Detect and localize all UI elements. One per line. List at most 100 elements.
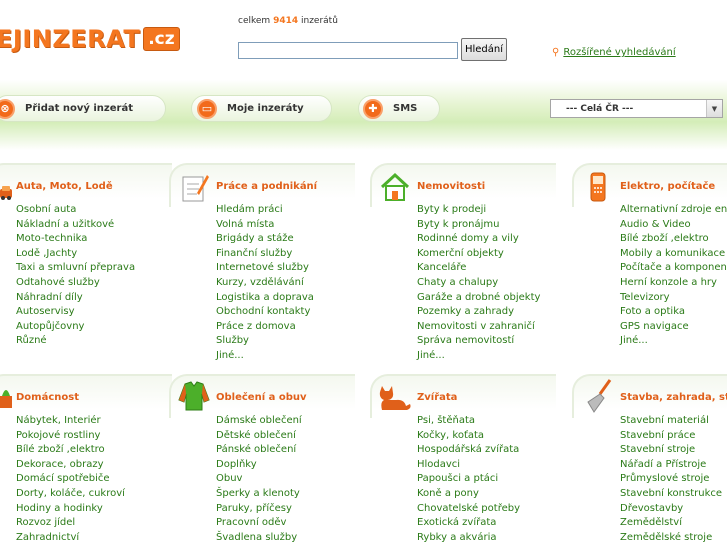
category-link[interactable]: Kočky, koťata: [417, 429, 520, 444]
category-link[interactable]: Stavební práce: [620, 429, 722, 444]
category-link[interactable]: Doplňky: [216, 458, 302, 473]
category-link[interactable]: Mobily a komunikace: [620, 247, 727, 262]
category-link[interactable]: Práce z domova: [216, 320, 314, 335]
category-link[interactable]: Psi, štěňata: [417, 414, 520, 429]
category-link[interactable]: Hledám práci: [216, 203, 314, 218]
advanced-search-link[interactable]: ⚲ Rozšířené vyhledávání: [552, 47, 676, 58]
category-link[interactable]: Chaty a chalupy: [417, 276, 540, 291]
category-link[interactable]: Chovatelské potřeby: [417, 502, 520, 517]
region-value: --- Celá ČR ---: [566, 103, 634, 114]
category-link[interactable]: Paruky, příčesy: [216, 502, 302, 517]
category-link[interactable]: Odtahové služby: [16, 276, 135, 291]
category-link[interactable]: Autoservisy: [16, 305, 135, 320]
search-input[interactable]: [238, 42, 458, 59]
category-link[interactable]: Logistika a doprava: [216, 291, 314, 306]
category-link[interactable]: Hospodářská zvířata: [417, 443, 520, 458]
category-link[interactable]: Herní konzole a hry: [620, 276, 727, 291]
category-link[interactable]: Jiné...: [216, 349, 314, 364]
category-link[interactable]: Exotická zvířata: [417, 516, 520, 531]
search-button[interactable]: Hledání: [461, 38, 507, 61]
category-title[interactable]: Oblečení a obuv: [216, 392, 307, 403]
category-link[interactable]: Garáže a drobné objekty: [417, 291, 540, 306]
category-link[interactable]: Zemědělské stroje: [620, 531, 722, 545]
sms-button[interactable]: ✚ SMS: [358, 95, 440, 122]
category-link[interactable]: Zemědělství: [620, 516, 722, 531]
category-link[interactable]: Internetové služby: [216, 261, 314, 276]
category-link[interactable]: Domácí spotřebiče: [16, 472, 125, 487]
category-link[interactable]: GPS navigace: [620, 320, 727, 335]
category-link[interactable]: Osobní auta: [16, 203, 135, 218]
category-link[interactable]: Zahradnictví: [16, 531, 125, 545]
category-link[interactable]: Bílé zboží ,elektro: [16, 443, 125, 458]
category-link[interactable]: Brigády a stáže: [216, 232, 314, 247]
category-block-electro: Elektro, počítače Alternativní zdroje en…: [572, 163, 727, 363]
category-link[interactable]: Dorty, koláče, cukroví: [16, 487, 125, 502]
advanced-search-label[interactable]: Rozšířené vyhledávání: [563, 47, 675, 58]
region-select[interactable]: --- Celá ČR --- ▼: [550, 99, 723, 118]
category-link[interactable]: Dekorace, obrazy: [16, 458, 125, 473]
category-link[interactable]: Stavební stroje: [620, 443, 722, 458]
category-title[interactable]: Práce a podnikání: [216, 181, 317, 192]
category-link[interactable]: Počítače a komponenty: [620, 261, 727, 276]
category-link[interactable]: Správa nemovitostí: [417, 334, 540, 349]
category-link[interactable]: Stavební materiál: [620, 414, 722, 429]
category-link[interactable]: Taxi a smluvní přeprava: [16, 261, 135, 276]
category-link[interactable]: Foto a optika: [620, 305, 727, 320]
category-link[interactable]: Švadlena služby: [216, 531, 302, 545]
category-link[interactable]: Rodinné domy a vily: [417, 232, 540, 247]
category-link[interactable]: Průmyslové stroje: [620, 472, 722, 487]
category-title[interactable]: Auta, Moto, Lodě: [16, 181, 113, 192]
category-link[interactable]: Audio & Video: [620, 218, 727, 233]
category-link[interactable]: Služby: [216, 334, 314, 349]
category-link[interactable]: Různé: [16, 334, 135, 349]
category-link[interactable]: Pokojové rostliny: [16, 429, 125, 444]
category-link[interactable]: Lodě ,Jachty: [16, 247, 135, 262]
category-link[interactable]: Hlodavci: [417, 458, 520, 473]
category-title[interactable]: Domácnost: [16, 392, 79, 403]
category-link[interactable]: Pozemky a zahrady: [417, 305, 540, 320]
category-link[interactable]: Bílé zboží ,elektro: [620, 232, 727, 247]
category-link[interactable]: Byty k pronájmu: [417, 218, 540, 233]
category-title[interactable]: Nemovitosti: [417, 181, 485, 192]
add-ad-button[interactable]: ⊗ Přidat nový inzerát: [0, 95, 166, 122]
category-link[interactable]: Rozvoz jídel: [16, 516, 125, 531]
category-link[interactable]: Pánské oblečení: [216, 443, 302, 458]
category-link[interactable]: Papoušci a ptáci: [417, 472, 520, 487]
category-title[interactable]: Stavba, zahrada, stroje: [620, 392, 727, 403]
category-link[interactable]: Rybky a akvária: [417, 531, 520, 545]
category-link[interactable]: Dětské oblečení: [216, 429, 302, 444]
category-link[interactable]: Dřevostavby: [620, 502, 722, 517]
category-link[interactable]: Byty k prodeji: [417, 203, 540, 218]
category-link[interactable]: Jiné...: [417, 349, 540, 364]
category-link[interactable]: Pracovní oděv: [216, 516, 302, 531]
category-link[interactable]: Finanční služby: [216, 247, 314, 262]
category-link[interactable]: Nemovitosti v zahraničí: [417, 320, 540, 335]
category-title[interactable]: Elektro, počítače: [620, 181, 715, 192]
category-link[interactable]: Volná místa: [216, 218, 314, 233]
category-link[interactable]: Autopůjčovny: [16, 320, 135, 335]
category-link[interactable]: Obuv: [216, 472, 302, 487]
category-link[interactable]: Nákladní a užitkové: [16, 218, 135, 233]
my-ads-button[interactable]: ▭ Moje inzeráty: [191, 95, 332, 122]
category-link[interactable]: Hodiny a hodinky: [16, 502, 125, 517]
category-link[interactable]: Náhradní díly: [16, 291, 135, 306]
category-link[interactable]: Kurzy, vzdělávání: [216, 276, 314, 291]
category-link[interactable]: Moto-technika: [16, 232, 135, 247]
category-link[interactable]: Obchodní kontakty: [216, 305, 314, 320]
category-link[interactable]: Jiné...: [620, 334, 727, 349]
category-title[interactable]: Zvířata: [417, 392, 457, 403]
category-link[interactable]: Nábytek, Interiér: [16, 414, 125, 429]
category-link[interactable]: Nářadí a Přístroje: [620, 458, 722, 473]
monitor-icon: ▭: [197, 98, 217, 119]
category-link[interactable]: Televizory: [620, 291, 727, 306]
category-link[interactable]: Alternativní zdroje energie: [620, 203, 727, 218]
category-list: Psi, štěňata Kočky, koťata Hospodářská z…: [417, 414, 520, 545]
category-link[interactable]: Komerční objekty: [417, 247, 540, 262]
category-link[interactable]: Dámské oblečení: [216, 414, 302, 429]
chevron-down-icon[interactable]: ▼: [706, 100, 722, 117]
category-link[interactable]: Stavební konstrukce: [620, 487, 722, 502]
category-link[interactable]: Šperky a klenoty: [216, 487, 302, 502]
category-link[interactable]: Kanceláře: [417, 261, 540, 276]
category-link[interactable]: Koně a pony: [417, 487, 520, 502]
site-logo[interactable]: EJINZERAT .cz: [0, 22, 180, 56]
